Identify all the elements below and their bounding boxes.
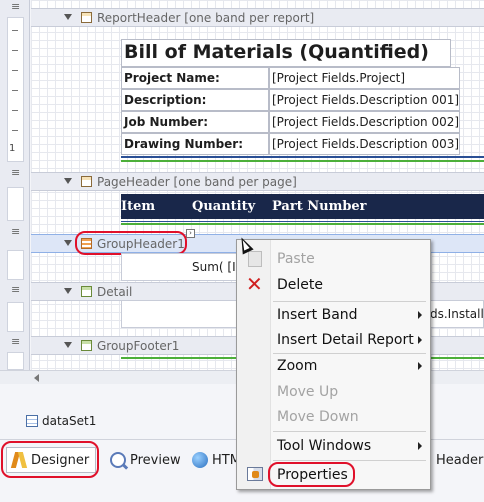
band-icon (81, 340, 92, 351)
menu-item-paste[interactable]: Paste (237, 246, 432, 272)
column-header-quantity: Quantity (192, 199, 256, 214)
ruler-segment-group-header (7, 250, 24, 280)
collapse-toggle-icon[interactable] (64, 178, 72, 184)
report-field-row[interactable]: Job Number: [Project Fields.Description … (121, 111, 460, 133)
ruler-segment-group-footer (7, 352, 24, 370)
menu-item-label: Insert Band (277, 307, 358, 323)
menu-item-label: Tool Windows (277, 438, 372, 454)
band-label: ReportHeader [one band per report] (97, 11, 315, 25)
ruler-number: 1 (9, 143, 16, 154)
tab-label: Preview (130, 452, 181, 468)
ruler-grip-icon[interactable]: ≡ (11, 283, 20, 296)
report-field-label: Description: (121, 89, 269, 111)
ruler-grip-icon[interactable]: ≡ (11, 0, 20, 13)
ruler-segment-detail (7, 302, 24, 332)
band-label: GroupFooter1 (97, 339, 180, 353)
band-icon (81, 176, 92, 187)
report-field-row[interactable]: Drawing Number: [Project Fields.Descript… (121, 133, 460, 155)
menu-item-delete[interactable]: ✕ Delete (237, 272, 432, 298)
dataset-label: dataSet1 (42, 414, 97, 428)
menu-item-tool-windows[interactable]: Tool Windows (237, 433, 432, 459)
menu-item-label: Move Down (277, 409, 359, 425)
column-header-part-number: Part Number (272, 199, 367, 214)
highlight-group-header (75, 231, 187, 255)
ruler-grip-icon[interactable]: ≡ (11, 225, 20, 238)
delete-icon: ✕ (246, 272, 263, 296)
report-title[interactable]: Bill of Materials (Quantified) (121, 39, 451, 67)
ruler-tick (12, 90, 18, 91)
report-field-label: Job Number: (121, 111, 269, 133)
divider-line (121, 221, 484, 222)
collapse-toggle-icon[interactable] (64, 342, 72, 348)
band-header-report-header[interactable]: ReportHeader [one band per report] (31, 8, 484, 27)
highlight-designer-tab (1, 441, 99, 478)
scroll-left-arrow-icon[interactable] (34, 374, 39, 382)
report-field-value[interactable]: [Project Fields.Project] (269, 67, 460, 89)
report-field-row[interactable]: Description: [Project Fields.Description… (121, 89, 460, 111)
ruler-segment-page-header (7, 187, 24, 221)
report-field-value[interactable]: [Project Fields.Description 002] (269, 111, 460, 133)
menu-item-label: Move Up (277, 384, 339, 400)
context-menu: Paste ✕ Delete Insert Band Insert Detail… (236, 239, 431, 490)
report-field-label: Drawing Number: (121, 133, 269, 155)
vertical-ruler: 1 ≡ ≡ ≡ ≡ ≡ (0, 0, 30, 382)
dataset-component[interactable]: dataSet1 (26, 414, 96, 428)
ruler-tick (12, 30, 18, 31)
band-icon (81, 286, 92, 297)
highlight-properties (268, 462, 355, 487)
ruler-grip-icon[interactable]: ≡ (11, 166, 20, 179)
paste-icon (248, 251, 262, 267)
submenu-arrow-icon (418, 311, 422, 319)
menu-item-label: Paste (277, 251, 315, 267)
menu-item-zoom[interactable]: Zoom (237, 353, 432, 379)
menu-item-label: Delete (277, 277, 323, 293)
ruler-tick (12, 110, 18, 111)
preview-icon (110, 452, 126, 468)
column-header-item: Item (121, 199, 156, 214)
menu-item-label: Insert Detail Report (277, 332, 414, 348)
band-icon (81, 12, 92, 23)
submenu-arrow-icon (418, 362, 422, 370)
collapse-toggle-icon[interactable] (64, 14, 72, 20)
menu-item-insert-band[interactable]: Insert Band (237, 302, 432, 328)
submenu-arrow-icon (418, 442, 422, 450)
menu-item-label: Zoom (277, 358, 318, 374)
tab-label: Header1 (436, 452, 484, 468)
menu-separator (273, 431, 426, 432)
smart-tag-icon[interactable]: › (186, 229, 195, 238)
report-field-value[interactable]: [Project Fields.Description 001] (269, 89, 460, 111)
divider-line (121, 160, 484, 162)
band-label: PageHeader [one band per page] (97, 175, 297, 189)
collapse-toggle-icon[interactable] (64, 240, 72, 246)
group-sum-text: Sum( [I (192, 260, 236, 274)
divider-line (121, 223, 484, 225)
menu-item-move-up[interactable]: Move Up (237, 379, 432, 405)
report-field-row[interactable]: Project Name: [Project Fields.Project] (121, 67, 460, 89)
ruler-tick (12, 70, 18, 71)
ruler-grip-icon[interactable]: ≡ (11, 335, 20, 348)
collapse-toggle-icon[interactable] (64, 288, 72, 294)
report-field-value[interactable]: [Project Fields.Description 003] (269, 133, 460, 155)
ruler-tick (12, 130, 18, 131)
dataset-icon (26, 415, 38, 427)
html-view-icon (192, 452, 208, 468)
report-field-label: Project Name: (121, 67, 269, 89)
menu-item-insert-detail-report[interactable]: Insert Detail Report (237, 327, 432, 353)
page-header-columns[interactable]: Item Quantity Part Number (121, 194, 484, 219)
tab-header-tail[interactable]: Header1 (432, 447, 484, 473)
ruler-tick (12, 50, 18, 51)
band-header-page-header[interactable]: PageHeader [one band per page] (31, 172, 484, 191)
menu-separator (273, 460, 426, 461)
detail-field-text: ds.Installa (430, 307, 484, 321)
submenu-arrow-icon (418, 336, 422, 344)
divider-line (121, 156, 484, 158)
tab-preview[interactable]: Preview (106, 447, 185, 473)
menu-item-move-down[interactable]: Move Down (237, 404, 432, 430)
band-label: Detail (97, 285, 133, 299)
properties-icon (247, 467, 263, 481)
